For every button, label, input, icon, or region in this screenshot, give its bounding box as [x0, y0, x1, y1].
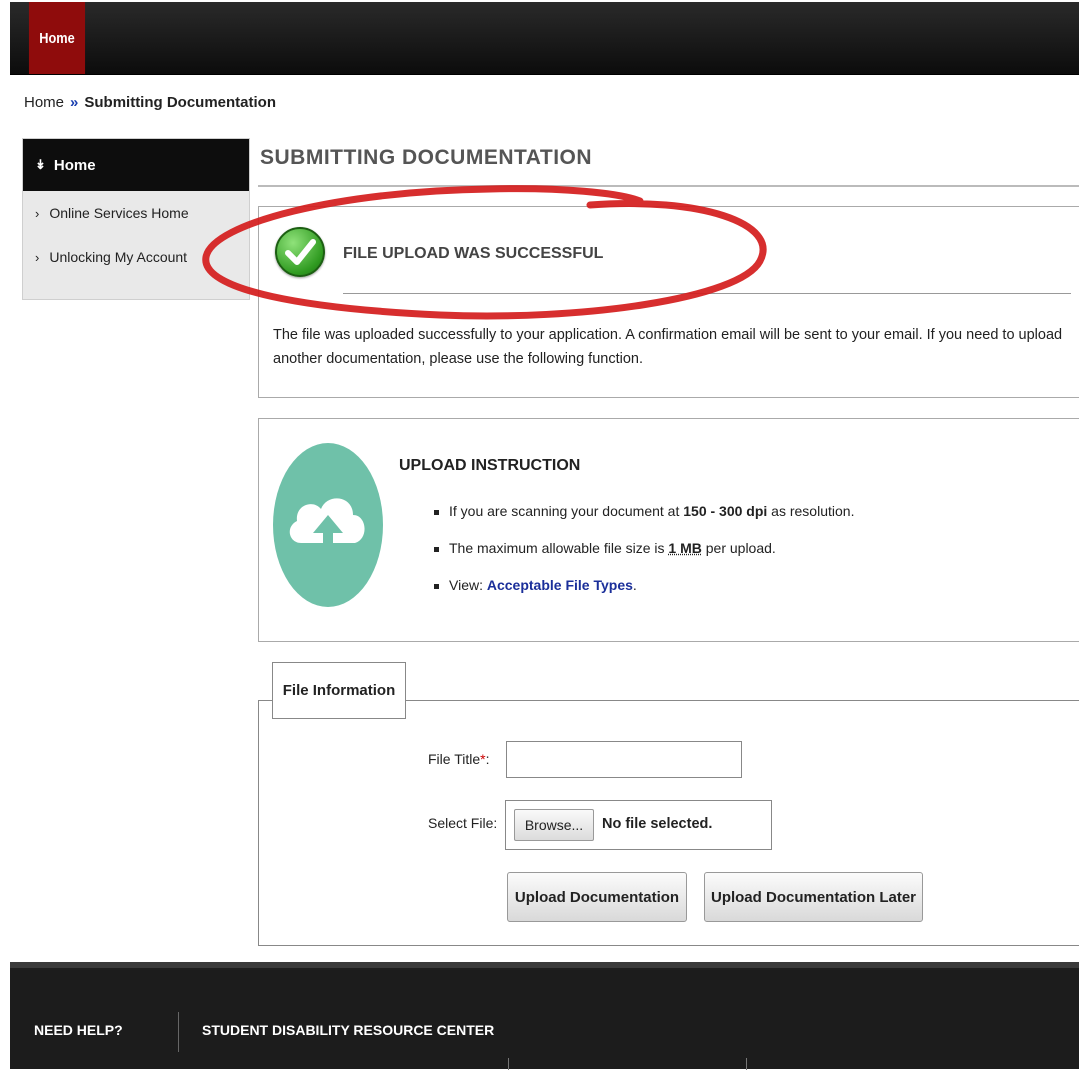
select-file-label: Select File: — [428, 815, 498, 831]
upload-documentation-later-button[interactable]: Upload Documentation Later — [704, 872, 923, 922]
upload-documentation-button[interactable]: Upload Documentation — [507, 872, 687, 922]
sidebar: ↡ Home › Online Services Home › Unlockin… — [22, 138, 250, 300]
sidebar-item-label: Unlocking My Account — [49, 249, 188, 265]
file-title-label: File Title*: — [428, 751, 490, 767]
instruction-text: The maximum allowable file size is 1 MB … — [449, 540, 776, 556]
success-title: FILE UPLOAD WAS SUCCESSFUL — [343, 245, 604, 262]
double-chevron-down-icon: ↡ — [35, 157, 46, 172]
breadcrumb-home-link[interactable]: Home — [24, 94, 64, 111]
success-message-text: The file was uploaded successfully to yo… — [273, 327, 1063, 367]
sidebar-item-label: Online Services Home — [49, 205, 189, 221]
instruction-text: View: Acceptable File Types. — [449, 577, 637, 593]
list-item: The maximum allowable file size is 1 MB … — [434, 540, 854, 577]
file-title-input[interactable] — [506, 741, 742, 778]
breadcrumb-current: Submitting Documentation — [84, 94, 277, 111]
breadcrumb-separator-icon: » — [70, 94, 79, 111]
footer-center-title: STUDENT DISABILITY RESOURCE CENTER — [202, 1022, 495, 1038]
page-title: SUBMITTING DOCUMENTATION — [260, 146, 593, 169]
no-file-selected-text: No file selected. — [602, 816, 713, 832]
footer-divider — [746, 1058, 747, 1070]
browse-button[interactable]: Browse... — [514, 809, 594, 841]
upload-instruction-title: UPLOAD INSTRUCTION — [399, 457, 581, 474]
footer-need-help: NEED HELP? — [34, 1022, 123, 1038]
top-nav-bar: Home — [10, 2, 1079, 75]
success-message-panel: FILE UPLOAD WAS SUCCESSFUL The file was … — [258, 206, 1079, 398]
list-item: View: Acceptable File Types. — [434, 577, 854, 614]
title-divider — [258, 185, 1079, 187]
breadcrumb: Home » Submitting Documentation — [24, 94, 276, 111]
sidebar-header-home[interactable]: ↡ Home — [23, 139, 249, 191]
bullet-icon — [434, 547, 439, 552]
nav-home-tab[interactable]: Home — [28, 2, 86, 74]
footer-divider — [178, 1012, 179, 1052]
sidebar-item-unlocking-my-account[interactable]: › Unlocking My Account — [23, 235, 249, 279]
checkmark-icon — [275, 227, 325, 277]
sidebar-item-online-services-home[interactable]: › Online Services Home — [23, 191, 249, 235]
upload-instruction-panel: UPLOAD INSTRUCTION If you are scanning y… — [258, 418, 1079, 642]
bullet-icon — [434, 584, 439, 589]
sidebar-header-label: Home — [53, 156, 96, 174]
chevron-right-icon: › — [35, 249, 40, 265]
footer-divider — [508, 1058, 509, 1070]
upload-instruction-list: If you are scanning your document at 150… — [434, 503, 854, 614]
cloud-upload-icon — [273, 443, 383, 607]
instruction-text: If you are scanning your document at 150… — [449, 503, 855, 519]
bullet-icon — [434, 510, 439, 515]
acceptable-file-types-link[interactable]: Acceptable File Types — [487, 577, 633, 593]
chevron-right-icon: › — [35, 205, 40, 221]
footer: NEED HELP? STUDENT DISABILITY RESOURCE C… — [10, 962, 1079, 1070]
file-information-legend: File Information — [272, 662, 406, 719]
list-item: If you are scanning your document at 150… — [434, 503, 854, 540]
success-divider — [343, 293, 1071, 294]
file-picker: Browse... No file selected. — [505, 800, 772, 850]
